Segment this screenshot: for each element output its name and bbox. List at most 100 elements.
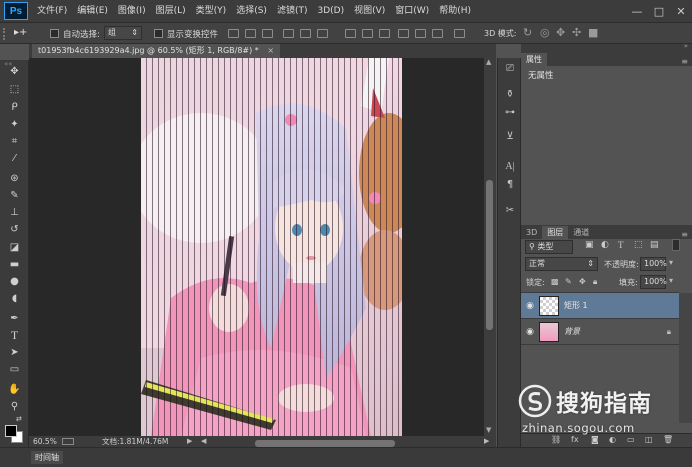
menu-view[interactable]: 视图(V) — [349, 0, 390, 22]
type-tool-icon[interactable]: T — [6, 329, 23, 342]
layer-row-rectangle-1[interactable]: ◉ 矩形 1 — [521, 293, 679, 319]
panel-menu-icon[interactable]: ≡ — [681, 57, 688, 66]
menu-3d[interactable]: 3D(D) — [312, 0, 349, 22]
path-selection-tool-icon[interactable]: ➤ — [6, 346, 23, 359]
filter-smart-object-icon[interactable]: ▤ — [650, 240, 659, 250]
brush-tool-icon[interactable]: ✎ — [6, 189, 23, 202]
3d-roll-icon[interactable]: ◎ — [540, 26, 550, 39]
status-menu-arrow-icon[interactable]: ▶ — [187, 436, 192, 447]
zoom-level[interactable]: 60.5% — [33, 436, 57, 447]
pen-tool-icon[interactable]: ✒ — [6, 312, 23, 325]
3d-rotate-icon[interactable]: ↻ — [523, 26, 532, 39]
scroll-down-icon[interactable]: ▼ — [486, 426, 491, 434]
menu-layer[interactable]: 图层(L) — [151, 0, 191, 22]
fill-slider-arrow-icon[interactable]: ▾ — [669, 276, 673, 285]
visibility-eye-icon[interactable]: ◉ — [521, 301, 539, 311]
opacity-input[interactable]: 100% — [640, 257, 667, 271]
layers-panel-menu-icon[interactable]: ≡ — [681, 230, 688, 239]
foreground-color-swatch[interactable] — [5, 425, 17, 437]
align-hcenter-icon[interactable] — [300, 29, 311, 38]
blend-mode-dropdown[interactable]: 正常 ⇕ — [525, 257, 598, 271]
tab-properties[interactable]: 属性 — [521, 53, 547, 66]
menu-image[interactable]: 图像(I) — [113, 0, 151, 22]
clone-stamp-tool-icon[interactable]: ⊥ — [6, 206, 23, 219]
magic-wand-tool-icon[interactable]: ✦ — [6, 118, 23, 131]
fill-input[interactable]: 100% — [640, 275, 667, 289]
move-tool-icon[interactable]: ✥ — [6, 65, 23, 78]
timeline-tab[interactable]: 时间轴 — [31, 451, 63, 464]
auto-select-dropdown[interactable]: 组 ⇕ — [104, 26, 142, 40]
lasso-tool-icon[interactable]: ᑭ — [6, 101, 23, 114]
character-icon[interactable]: A| — [502, 160, 518, 174]
scroll-left-icon[interactable]: ◀ — [201, 436, 206, 447]
tool-presets-icon[interactable]: ✂ — [502, 204, 518, 218]
filter-toggle-icon[interactable] — [672, 239, 680, 251]
adjustments-icon[interactable]: ⊶ — [502, 106, 518, 120]
tab-3d[interactable]: 3D — [521, 226, 542, 239]
distribute-vcenter-icon[interactable] — [362, 29, 373, 38]
vertical-scrollbar[interactable]: ▲ ▼ — [484, 58, 496, 436]
marquee-tool-icon[interactable]: ⬚ — [6, 83, 23, 96]
distribute-bottom-icon[interactable] — [379, 29, 390, 38]
hand-tool-icon[interactable]: ✋ — [6, 383, 23, 396]
filter-type-icon[interactable]: T — [618, 240, 624, 250]
history-brush-tool-icon[interactable]: ↺ — [6, 223, 23, 236]
filter-shape-icon[interactable]: ⬚ — [634, 240, 643, 250]
3d-slide-icon[interactable]: ✣ — [572, 26, 581, 39]
filter-pixel-icon[interactable]: ▣ — [585, 240, 594, 250]
layer-name[interactable]: 矩形 1 — [564, 300, 588, 311]
menu-help[interactable]: 帮助(H) — [434, 0, 476, 22]
scroll-right-icon[interactable]: ▶ — [484, 436, 489, 447]
layer-row-background[interactable]: ◉ 背景 🔒︎ — [521, 319, 679, 345]
tab-layers[interactable]: 图层 — [542, 226, 569, 239]
paragraph-icon[interactable]: ¶ — [502, 178, 518, 192]
lock-position-icon[interactable]: ✥ — [579, 277, 586, 286]
visibility-eye-icon[interactable]: ◉ — [521, 327, 539, 337]
lock-all-icon[interactable]: 🔒︎ — [593, 277, 597, 287]
new-adjustment-icon[interactable]: ◐ — [609, 435, 616, 444]
new-layer-icon[interactable]: ◫ — [645, 435, 653, 444]
menu-select[interactable]: 选择(S) — [231, 0, 272, 22]
add-mask-icon[interactable]: ◙ — [591, 435, 599, 444]
new-group-icon[interactable]: ▭ — [627, 435, 635, 444]
horizontal-scroll-thumb[interactable] — [255, 440, 395, 447]
menu-type[interactable]: 类型(Y) — [191, 0, 232, 22]
distribute-right-icon[interactable] — [432, 29, 443, 38]
lock-transparent-icon[interactable]: ▩ — [551, 277, 559, 286]
auto-align-icon[interactable] — [454, 29, 465, 38]
3d-pan-icon[interactable]: ✥ — [556, 26, 565, 39]
vertical-scroll-thumb[interactable] — [486, 180, 493, 330]
align-vcenter-icon[interactable] — [245, 29, 256, 38]
eraser-tool-icon[interactable]: ◪ — [6, 241, 23, 254]
move-tool-preset-icon[interactable]: ▸+ — [14, 27, 27, 38]
rectangle-tool-icon[interactable]: ▭ — [6, 363, 23, 376]
layer-style-fx-icon[interactable]: fx — [571, 435, 579, 444]
delete-layer-icon[interactable]: 🗑︎ — [663, 435, 673, 444]
healing-brush-tool-icon[interactable]: ⊛ — [6, 172, 23, 185]
align-bottom-icon[interactable] — [262, 29, 273, 38]
filter-adjustment-icon[interactable]: ◐ — [601, 240, 609, 250]
document-image[interactable] — [141, 58, 402, 436]
menu-file[interactable]: 文件(F) — [32, 0, 72, 22]
3d-scale-icon[interactable]: ■ — [588, 26, 598, 39]
link-layers-icon[interactable]: ⛓ — [551, 435, 561, 444]
show-transform-checkbox[interactable] — [154, 29, 163, 38]
align-right-icon[interactable] — [317, 29, 328, 38]
menu-edit[interactable]: 编辑(E) — [72, 0, 113, 22]
history-icon[interactable]: ⎚ — [502, 62, 518, 76]
auto-select-checkbox[interactable] — [50, 29, 59, 38]
document-tab[interactable]: t01953fb4c6193929a4.jpg @ 60.5% (矩形 1, R… — [32, 44, 281, 58]
close-window-button[interactable]: ✕ — [670, 2, 692, 20]
eyedropper-tool-icon[interactable]: ⁄ — [6, 152, 23, 165]
clone-source-icon[interactable]: ⊻ — [502, 130, 518, 144]
crop-tool-icon[interactable]: ⌗ — [6, 135, 23, 148]
blur-tool-icon[interactable]: ● — [6, 275, 23, 288]
actions-icon[interactable]: ⚱ — [502, 88, 518, 102]
layer-filter-dropdown[interactable]: ⚲ 类型 — [525, 240, 573, 254]
align-top-icon[interactable] — [228, 29, 239, 38]
tab-channels[interactable]: 通道 — [568, 226, 594, 239]
distribute-hcenter-icon[interactable] — [415, 29, 426, 38]
collapse-panels-icon[interactable]: » — [684, 42, 688, 50]
canvas-area[interactable] — [29, 58, 496, 436]
zoom-tool-icon[interactable]: ⚲ — [6, 400, 23, 413]
